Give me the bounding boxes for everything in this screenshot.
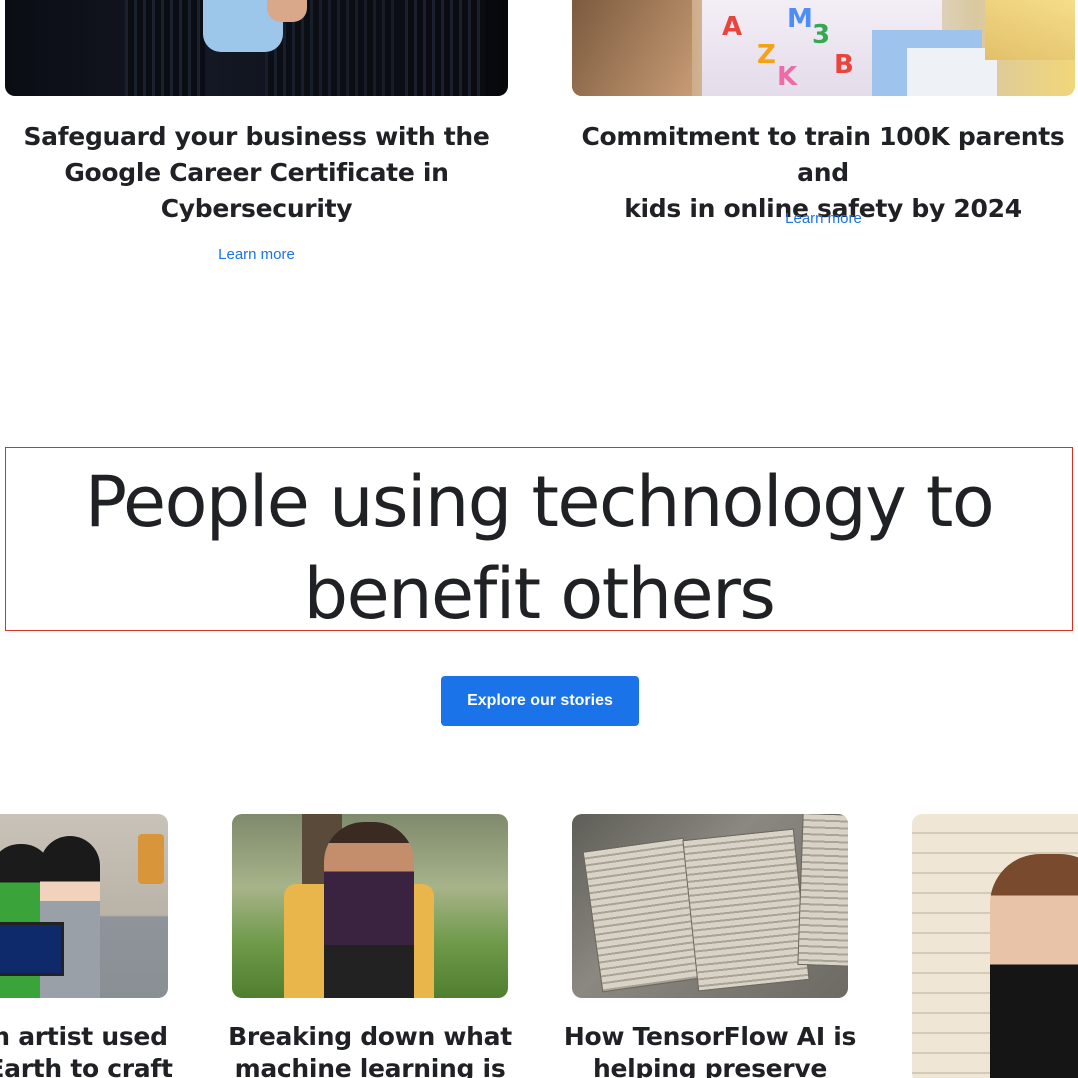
- headline-line: People using technology to: [84, 461, 995, 543]
- online-safety-card-image[interactable]: A Z M 3 B K: [572, 0, 1075, 96]
- page: Safeguard your business with the Google …: [0, 0, 1078, 1078]
- online-safety-learn-more-link[interactable]: Learn more: [572, 210, 1075, 227]
- story-image-tensorflow[interactable]: [572, 814, 848, 998]
- story-title-line: machine learning is: [234, 1054, 506, 1078]
- card-title-line: Commitment to train 100K parents and: [581, 122, 1065, 187]
- story-title-line: helping preserve: [593, 1054, 827, 1078]
- story-title-line: Breaking down what: [228, 1022, 512, 1051]
- story-title-tensorflow: How TensorFlow AI is helping preserve: [540, 1021, 880, 1078]
- story-image-artist[interactable]: [0, 814, 168, 998]
- story-image-machine-learning[interactable]: [232, 814, 508, 998]
- explore-stories-button[interactable]: Explore our stories: [441, 676, 639, 726]
- headline-line: benefit others: [303, 553, 776, 635]
- card-title-line: Safeguard your business with the: [23, 122, 490, 151]
- cybersecurity-learn-more-link[interactable]: Learn more: [5, 246, 508, 263]
- story-title-line: How TensorFlow AI is: [563, 1022, 857, 1051]
- card-title-line: Cybersecurity: [160, 194, 353, 223]
- story-title-line: n artist used: [0, 1022, 168, 1051]
- card-title-line: Google Career Certificate in: [64, 158, 449, 187]
- story-title-line: Earth to craft: [0, 1054, 173, 1078]
- cybersecurity-card-image[interactable]: [5, 0, 508, 96]
- story-title-machine-learning: Breaking down what machine learning is: [200, 1021, 540, 1078]
- section-headline: People using technology to benefit other…: [0, 456, 1078, 640]
- story-image-woman[interactable]: [912, 814, 1078, 1078]
- cybersecurity-card-title: Safeguard your business with the Google …: [5, 119, 508, 227]
